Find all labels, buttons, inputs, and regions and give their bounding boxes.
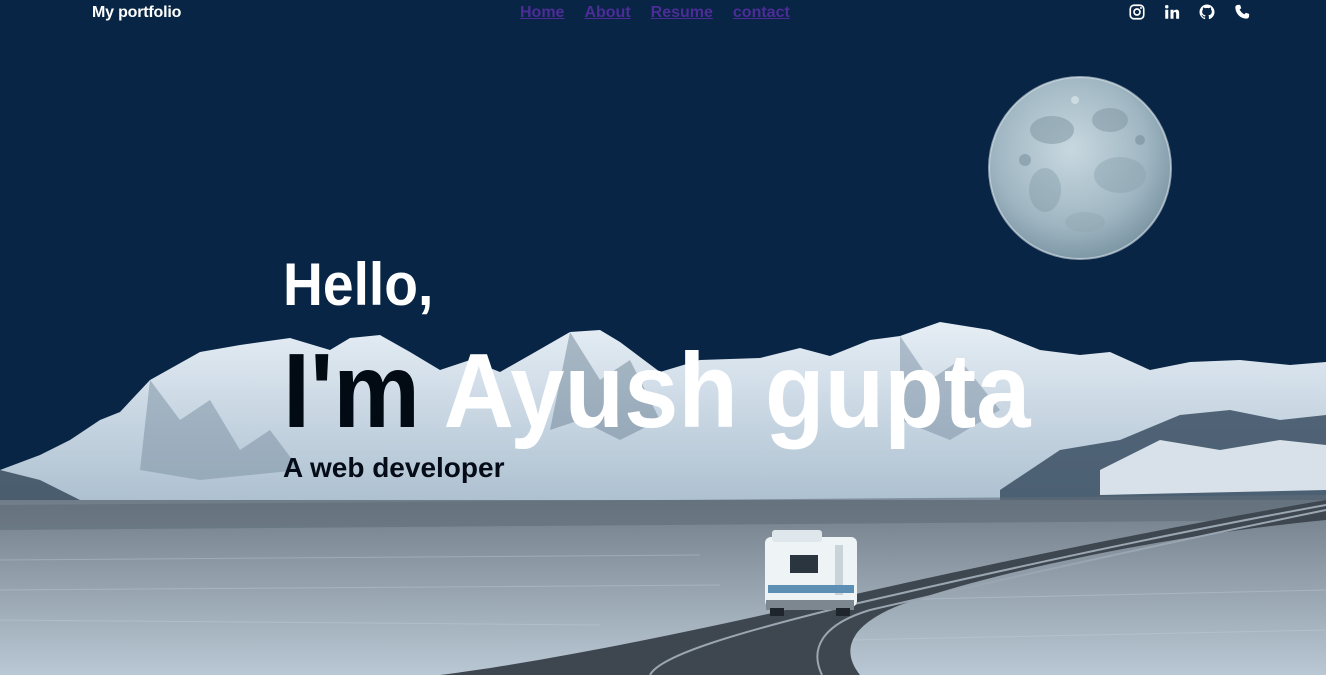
rv-vehicle xyxy=(765,530,857,616)
nav-link-home[interactable]: Home xyxy=(520,4,564,22)
instagram-icon[interactable] xyxy=(1128,3,1146,21)
hero-name: I'm Ayush gupta xyxy=(283,338,1030,444)
main-nav: Home About Resume contact xyxy=(520,4,790,22)
hero-name-prefix: I'm xyxy=(283,332,421,450)
phone-icon[interactable] xyxy=(1233,3,1251,21)
social-links xyxy=(1128,3,1251,21)
nav-link-resume[interactable]: Resume xyxy=(651,4,713,22)
moon xyxy=(988,76,1172,260)
github-icon[interactable] xyxy=(1198,3,1216,21)
linkedin-icon[interactable] xyxy=(1163,3,1181,21)
hero-tagline: A web developer xyxy=(283,452,505,483)
nav-link-contact[interactable]: contact xyxy=(733,4,790,22)
hero-name-text: Ayush gupta xyxy=(443,332,1031,450)
portfolio-page: My portfolio Home About Resume contact H… xyxy=(0,0,1326,675)
nav-link-about[interactable]: About xyxy=(584,4,630,22)
site-logo[interactable]: My portfolio xyxy=(92,4,181,22)
hero-greeting: Hello, xyxy=(283,251,434,318)
